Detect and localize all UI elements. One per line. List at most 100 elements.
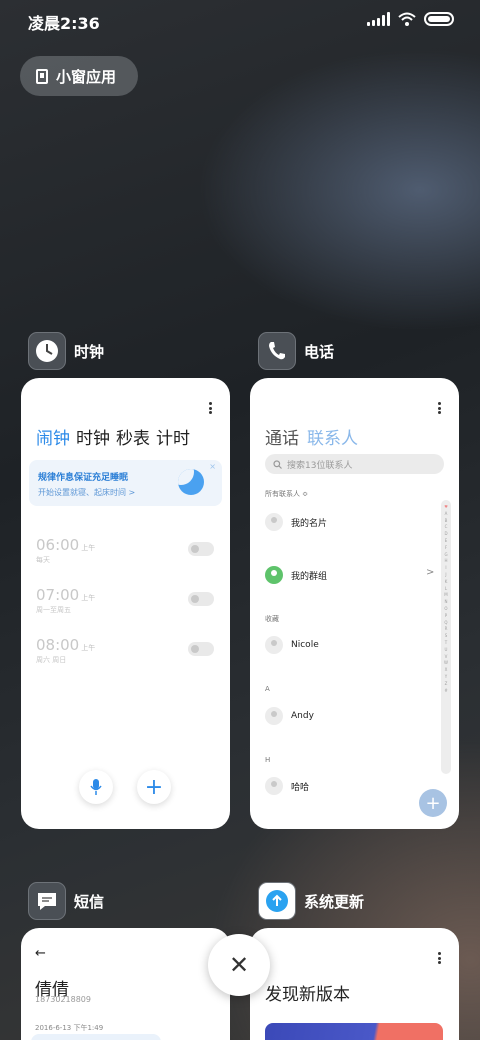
close-all-button[interactable]: ✕: [208, 934, 270, 996]
alphabet-letter[interactable]: F: [445, 545, 447, 552]
my-groups-row[interactable]: 我的群组: [265, 566, 327, 584]
sleep-banner[interactable]: 规律作息保证充足睡眠 开始设置就寝、起床时间 > ×: [29, 460, 222, 506]
alphabet-letter[interactable]: W: [444, 660, 448, 667]
sms-app-header[interactable]: 短信: [28, 882, 104, 920]
section-header: A: [265, 685, 270, 693]
phone-app-header[interactable]: 电话: [258, 332, 334, 370]
alphabet-letter[interactable]: I: [445, 565, 446, 572]
contact-row[interactable]: 哈哈: [265, 777, 309, 795]
alphabet-letter[interactable]: N: [445, 599, 448, 606]
tab-timer[interactable]: 计时: [156, 424, 190, 449]
update-app-name: 系统更新: [304, 892, 365, 911]
alarm-ampm: 上午: [81, 644, 96, 652]
alphabet-letter[interactable]: A: [445, 511, 448, 518]
alphabet-letter[interactable]: O: [444, 606, 447, 613]
alphabet-letter[interactable]: D: [444, 531, 447, 538]
alarm-item[interactable]: 07:00 上午 周一至周五: [36, 585, 95, 615]
alphabet-letter[interactable]: Q: [444, 620, 447, 627]
alarm-toggle[interactable]: [188, 592, 214, 606]
alphabet-letter[interactable]: P: [445, 613, 447, 620]
avatar: [265, 636, 283, 654]
clock-more-icon[interactable]: [209, 402, 212, 414]
alphabet-letter[interactable]: V: [445, 654, 448, 661]
section-header: H: [265, 756, 271, 764]
sms-app-card[interactable]: ← 倩倩 18730218809 2016-6-13 下午1:49: [21, 928, 230, 1040]
avatar: [265, 707, 283, 725]
sms-app-icon: [28, 882, 66, 920]
alphabet-letter[interactable]: Y: [445, 674, 447, 681]
alarm-toggle[interactable]: [188, 642, 214, 656]
status-icons: [367, 12, 454, 26]
alphabet-letter[interactable]: Z: [445, 681, 448, 688]
add-alarm-button[interactable]: +: [137, 770, 171, 804]
alphabet-index[interactable]: ♥ A B C D E F G H I J K L M N O P Q R S T U V W X Y Z #: [441, 500, 451, 774]
update-title: 发现新版本: [265, 985, 350, 1005]
back-arrow-icon[interactable]: ←: [35, 946, 46, 961]
update-app-card[interactable]: 发现新版本: [250, 928, 459, 1040]
status-time: 凌晨2:36: [28, 14, 100, 33]
contact-name: 我的群组: [291, 571, 328, 582]
phone-app-card[interactable]: 通话 联系人 搜索13位联系人 所有联系人 ≎ 我的名片 我的群组 > 收藏 N…: [250, 378, 459, 829]
group-avatar: [265, 566, 283, 584]
mini-window-icon: [36, 68, 48, 84]
alarm-time: 06:00: [36, 536, 80, 554]
alarm-time: 07:00: [36, 586, 80, 604]
alphabet-letter[interactable]: U: [445, 647, 448, 654]
all-contacts-filter[interactable]: 所有联系人 ≎: [265, 489, 308, 499]
alphabet-letter[interactable]: R: [445, 626, 448, 633]
contact-name: Nicole: [291, 640, 319, 650]
contact-search-input[interactable]: 搜索13位联系人: [265, 454, 444, 474]
alphabet-letter[interactable]: J: [445, 572, 446, 579]
tab-contacts[interactable]: 联系人: [307, 424, 358, 449]
mini-window-label: 小窗应用: [56, 67, 117, 86]
phone-more-icon[interactable]: [438, 402, 441, 414]
update-more-icon[interactable]: [438, 952, 441, 964]
update-app-header[interactable]: 系统更新: [258, 882, 364, 920]
tab-stopwatch[interactable]: 秒表: [116, 424, 150, 449]
phone-tabs: 通话 联系人: [265, 424, 358, 449]
alarm-toggle[interactable]: [188, 542, 214, 556]
alarm-item[interactable]: 06:00 上午 每天: [36, 535, 95, 565]
alphabet-letter[interactable]: C: [445, 524, 448, 531]
clock-app-header[interactable]: 时钟: [28, 332, 104, 370]
message-bubble: [31, 1034, 161, 1040]
my-card-row[interactable]: 我的名片: [265, 513, 327, 531]
alphabet-letter[interactable]: B: [445, 518, 448, 525]
tab-calls[interactable]: 通话: [265, 424, 299, 449]
alphabet-letter[interactable]: ♥: [444, 504, 448, 511]
clock-app-name: 时钟: [74, 342, 105, 361]
alphabet-letter[interactable]: M: [444, 592, 447, 599]
clock-app-card[interactable]: 闹钟 时钟 秒表 计时 规律作息保证充足睡眠 开始设置就寝、起床时间 > × 0…: [21, 378, 230, 829]
add-contact-button[interactable]: +: [419, 789, 447, 817]
tab-alarm[interactable]: 闹钟: [36, 424, 70, 449]
alarm-item[interactable]: 08:00 上午 周六 周日: [36, 635, 95, 665]
chevron-right-icon: >: [426, 567, 435, 578]
moon-icon: [178, 469, 204, 495]
alphabet-letter[interactable]: T: [445, 640, 447, 647]
contact-row[interactable]: Nicole: [265, 636, 319, 654]
alphabet-letter[interactable]: #: [444, 688, 447, 695]
alphabet-letter[interactable]: H: [444, 558, 447, 565]
alarm-repeat: 周一至周五: [36, 606, 71, 614]
sms-contact-number: 18730218809: [35, 995, 91, 1004]
tab-clock[interactable]: 时钟: [76, 424, 110, 449]
search-icon: [273, 459, 282, 469]
mini-window-button[interactable]: 小窗应用: [20, 56, 138, 96]
alarm-ampm: 上午: [81, 594, 96, 602]
update-app-icon: [258, 882, 296, 920]
alphabet-letter[interactable]: E: [445, 538, 448, 545]
alphabet-letter[interactable]: X: [445, 667, 448, 674]
voice-alarm-button[interactable]: [79, 770, 113, 804]
alphabet-letter[interactable]: K: [445, 579, 448, 586]
contact-name: Andy: [291, 711, 314, 721]
alphabet-letter[interactable]: L: [445, 586, 447, 593]
alphabet-letter[interactable]: S: [445, 633, 448, 640]
signal-icon: [367, 12, 390, 26]
alphabet-letter[interactable]: G: [444, 552, 447, 559]
contact-row[interactable]: Andy: [265, 707, 314, 725]
clock-app-icon: [28, 332, 66, 370]
wifi-icon: [398, 12, 416, 26]
close-icon: ✕: [228, 951, 250, 979]
microphone-icon: [90, 779, 102, 795]
banner-close-icon[interactable]: ×: [209, 462, 216, 471]
